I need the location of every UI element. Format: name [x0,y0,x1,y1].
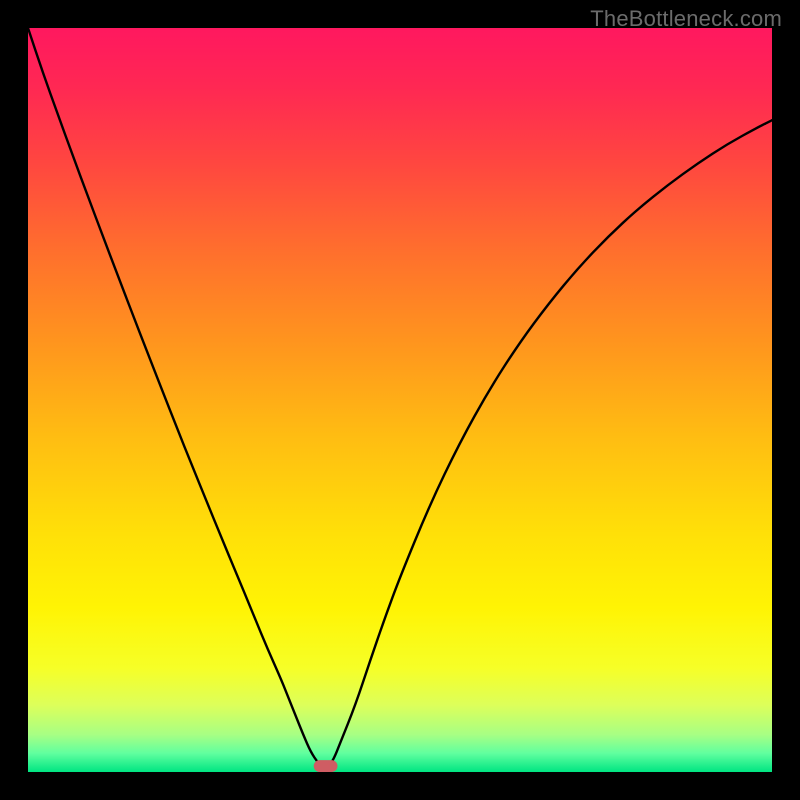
bottleneck-marker [314,760,338,772]
gradient-background [28,28,772,772]
chart-frame: TheBottleneck.com [0,0,800,800]
chart-svg [28,28,772,772]
plot-area [28,28,772,772]
bottleneck-marker-rect [314,760,338,772]
watermark-text: TheBottleneck.com [590,6,782,32]
